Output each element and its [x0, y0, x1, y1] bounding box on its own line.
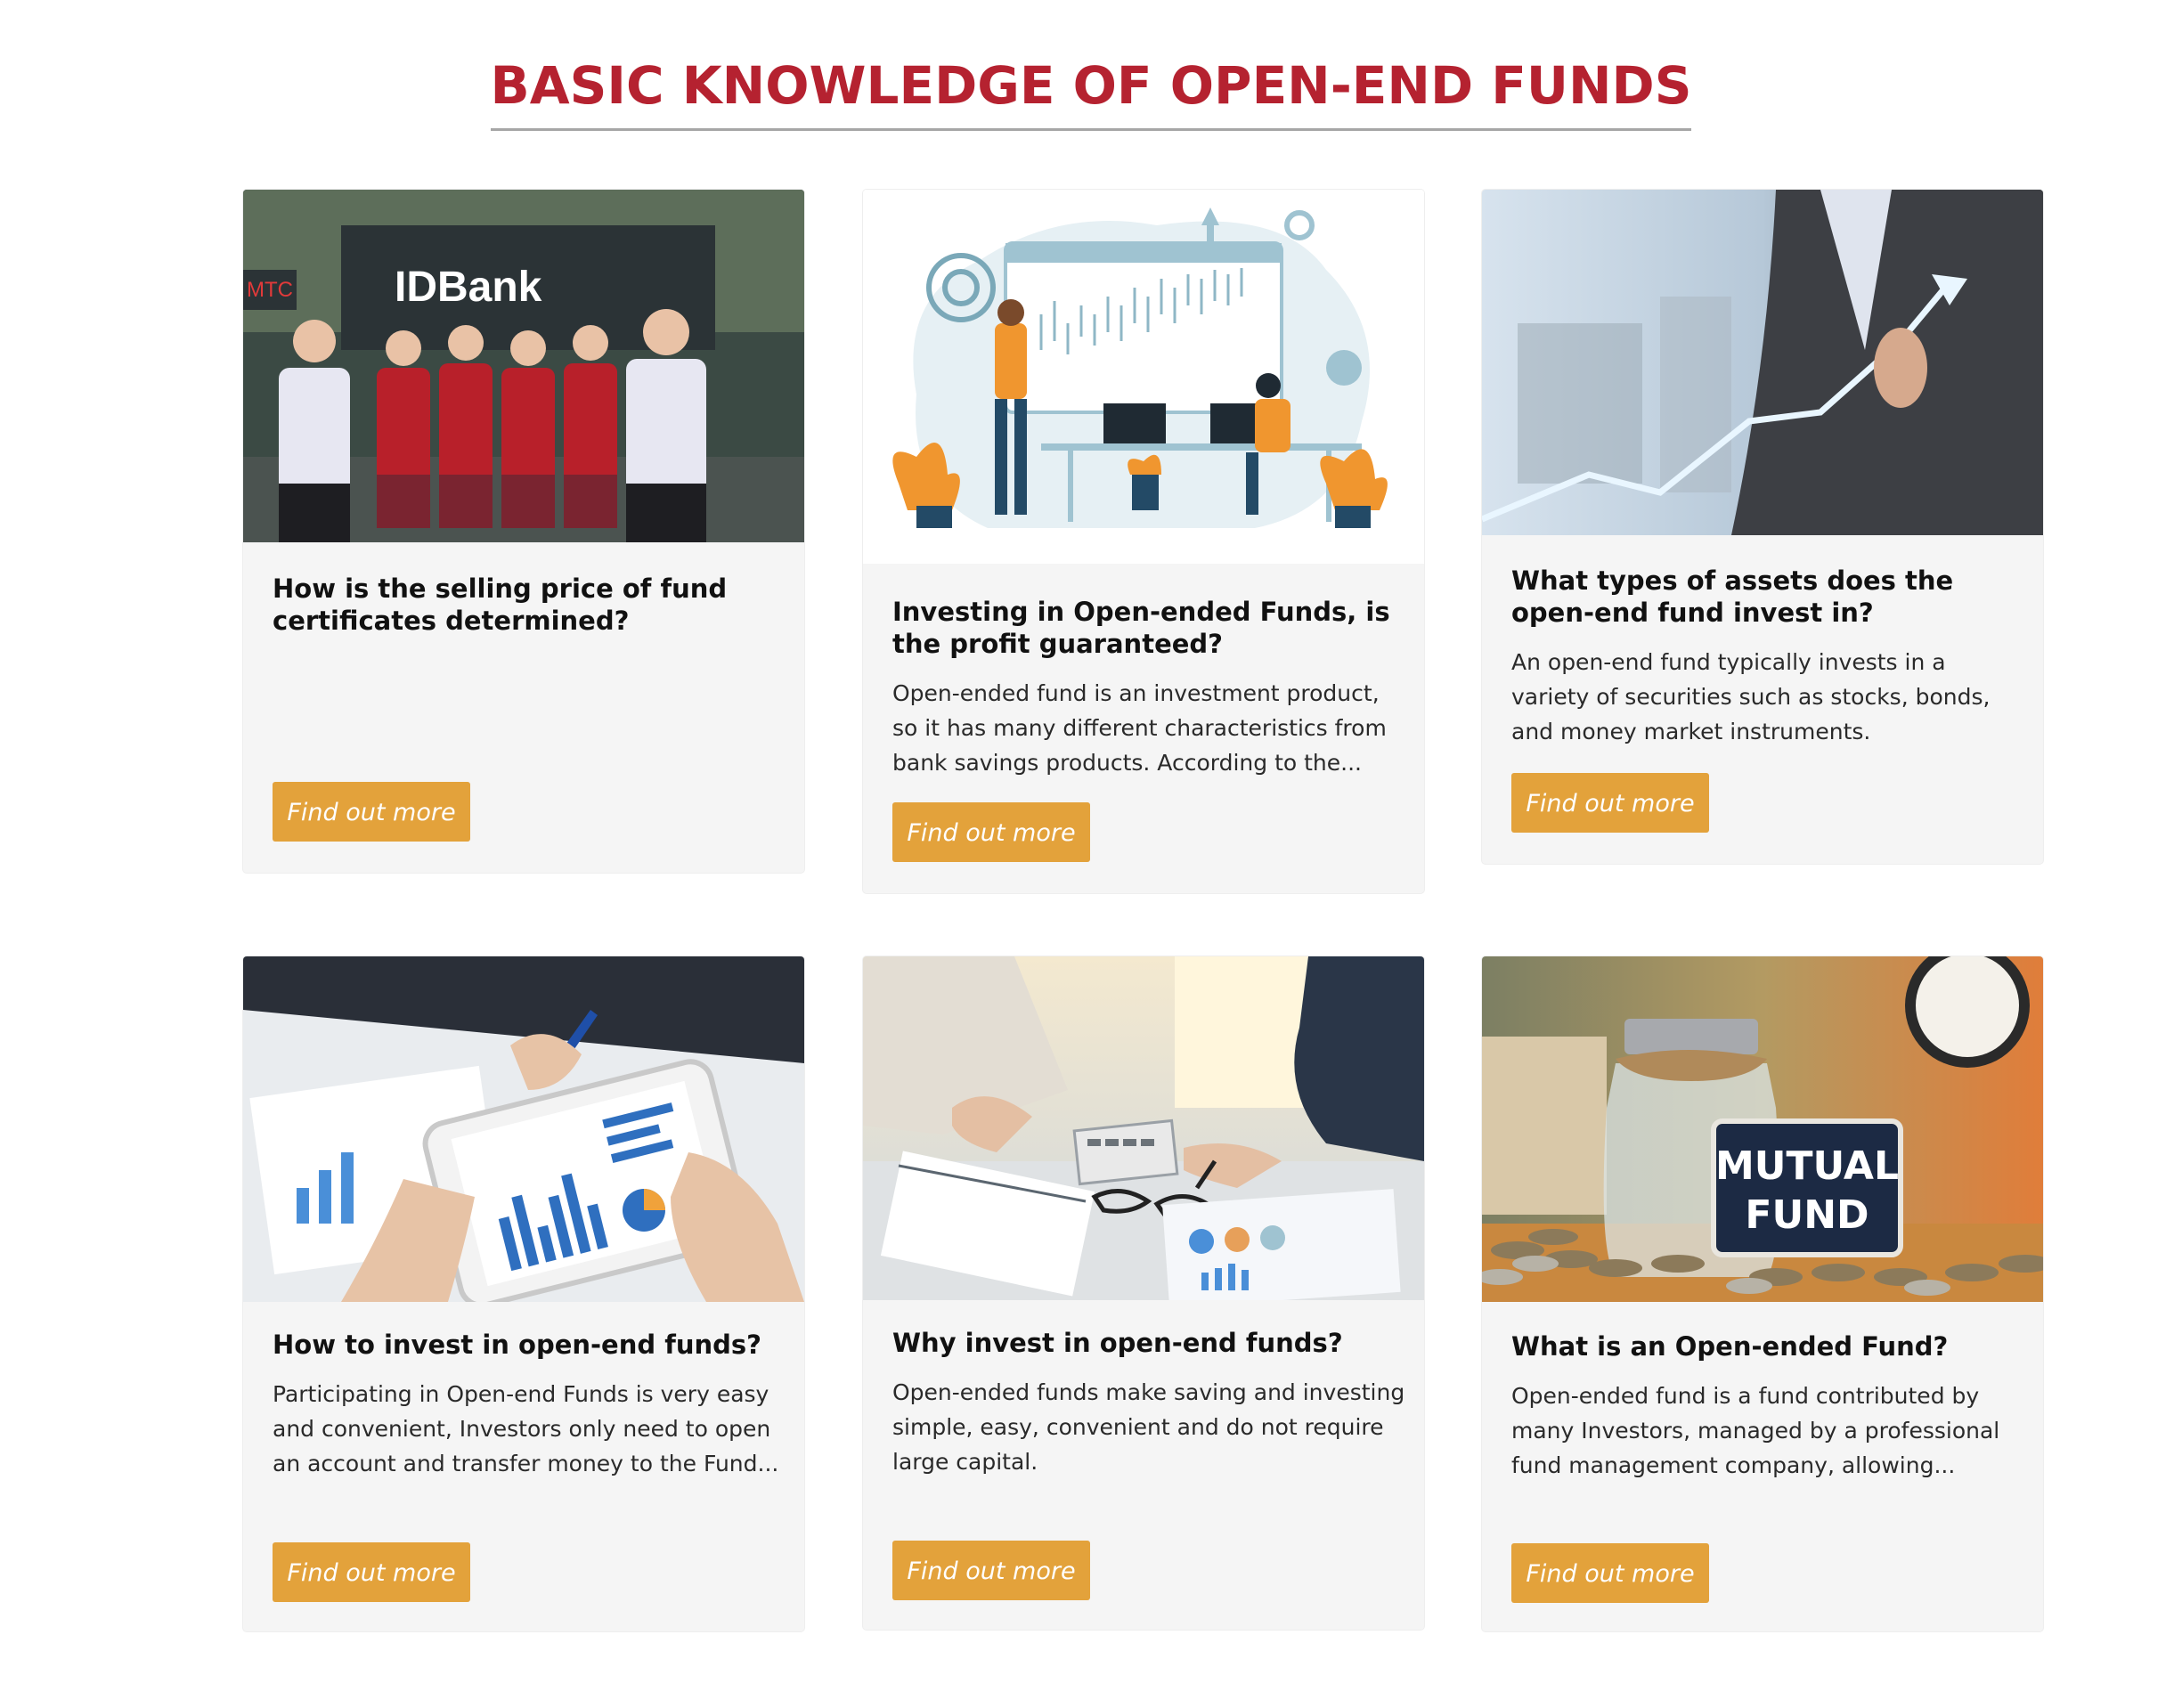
card-title[interactable]: What types of assets does the open-end f…: [1511, 565, 2019, 629]
card-image[interactable]: [863, 190, 1424, 564]
svg-text:IDBank: IDBank: [395, 264, 542, 311]
card-title[interactable]: Investing in Open-ended Funds, is the pr…: [892, 596, 1400, 660]
find-out-more-button[interactable]: Find out more: [1511, 1543, 1709, 1603]
card-image[interactable]: IDBank MTC: [243, 190, 804, 542]
sign-text-line-2: FUND: [1745, 1192, 1869, 1238]
article-card: How to invest in open-end funds? Partici…: [243, 956, 804, 1631]
card-excerpt: An open-end fund typically invests in a …: [1511, 649, 1991, 744]
card-excerpt: Open-ended fund is an investment product…: [892, 680, 1387, 776]
card-image[interactable]: MUTUAL FUND: [1482, 956, 2043, 1302]
article-card: What types of assets does the open-end f…: [1482, 190, 2043, 864]
card-image[interactable]: [243, 956, 804, 1302]
card-excerpt: Participating in Open-end Funds is very …: [273, 1381, 779, 1476]
section-header: BASIC KNOWLEDGE OF OPEN-END FUNDS: [0, 55, 2182, 131]
find-out-more-button[interactable]: Find out more: [892, 802, 1090, 862]
article-card: MUTUAL FUND What is an Open-ended Fund? …: [1482, 956, 2043, 1631]
card-title[interactable]: How is the selling price of fund certifi…: [273, 573, 780, 637]
card-image[interactable]: [1482, 190, 2043, 535]
article-card: Investing in Open-ended Funds, is the pr…: [863, 190, 1424, 893]
svg-text:MTC: MTC: [247, 278, 293, 302]
sign-text-line-1: MUTUAL: [1715, 1143, 1899, 1189]
card-image[interactable]: [863, 956, 1424, 1300]
section-title: BASIC KNOWLEDGE OF OPEN-END FUNDS: [490, 55, 1692, 131]
find-out-more-button[interactable]: Find out more: [273, 1542, 470, 1602]
article-card: IDBank MTC How is the selling price of f…: [243, 190, 804, 873]
card-title[interactable]: How to invest in open-end funds?: [273, 1329, 780, 1361]
card-excerpt: Open-ended fund is a fund contributed by…: [1511, 1383, 2000, 1478]
find-out-more-button[interactable]: Find out more: [273, 782, 470, 842]
card-title[interactable]: What is an Open-ended Fund?: [1511, 1330, 2019, 1362]
find-out-more-button[interactable]: Find out more: [1511, 773, 1709, 833]
card-title[interactable]: Why invest in open-end funds?: [892, 1327, 1400, 1359]
find-out-more-button[interactable]: Find out more: [892, 1541, 1090, 1600]
card-excerpt: Open-ended funds make saving and investi…: [892, 1379, 1405, 1475]
article-card: Why invest in open-end funds? Open-ended…: [863, 956, 1424, 1630]
